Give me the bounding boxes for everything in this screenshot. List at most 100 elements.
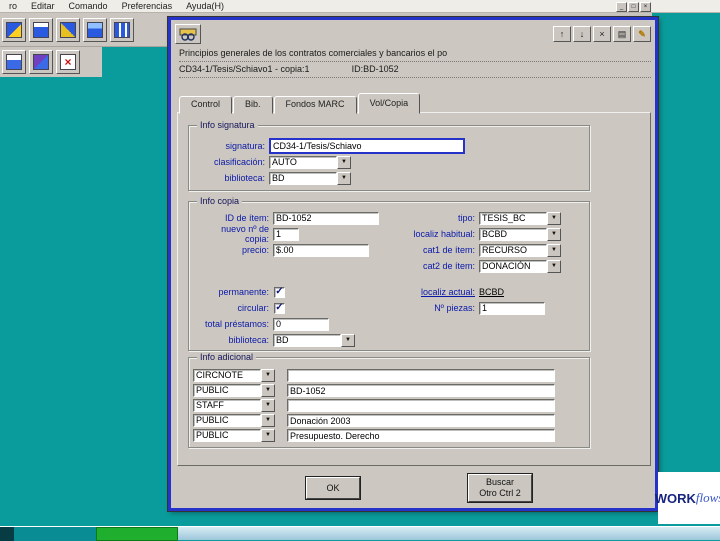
adicional-value-input-1[interactable] bbox=[287, 369, 555, 382]
signatura-label: signatura: bbox=[225, 141, 265, 151]
tipo-value: TESIS_BC bbox=[479, 211, 547, 225]
chevron-down-icon[interactable]: ▼ bbox=[337, 155, 351, 169]
tab-vol-copia[interactable]: Vol/Copia bbox=[357, 93, 421, 114]
chevron-down-icon[interactable]: ▼ bbox=[547, 227, 561, 241]
minimize-button[interactable]: _ bbox=[616, 2, 627, 12]
grid-blue-icon bbox=[6, 21, 22, 38]
minimize-icon: _ bbox=[619, 4, 624, 10]
taskbar-teal-segment[interactable] bbox=[14, 527, 96, 541]
circular-label: circular: bbox=[237, 303, 269, 313]
localiz-actual-value[interactable]: BCBD bbox=[479, 287, 504, 297]
logo-work-text: WORK bbox=[654, 490, 696, 506]
adicional-type-2: PUBLIC bbox=[193, 384, 261, 397]
chevron-down-icon[interactable]: ▼ bbox=[341, 333, 355, 347]
menu-preferencias[interactable]: Preferencias bbox=[115, 1, 180, 11]
close-button[interactable]: × bbox=[640, 2, 651, 12]
workflows-logo: WORKflows bbox=[654, 472, 720, 524]
menu-comando[interactable]: Comando bbox=[62, 1, 115, 11]
chevron-down-icon[interactable]: ▼ bbox=[337, 171, 351, 185]
toolbar-button-8[interactable]: × bbox=[56, 50, 80, 74]
adicional-row: STAFF ▼ bbox=[189, 398, 589, 413]
adicional-type-dropdown-2[interactable]: PUBLIC ▼ bbox=[193, 384, 275, 397]
toolbar-button-1[interactable] bbox=[2, 17, 26, 42]
list-view-button[interactable]: ▤ bbox=[613, 26, 631, 42]
chevron-down-icon[interactable]: ▼ bbox=[261, 414, 275, 427]
id-item-input[interactable] bbox=[273, 211, 379, 225]
cat1-item-dropdown[interactable]: RECURSO ▼ bbox=[479, 243, 561, 257]
adicional-type-1: CIRCNOTE bbox=[193, 369, 261, 382]
circular-checkbox[interactable]: ✓ bbox=[274, 301, 285, 314]
taskbar bbox=[0, 526, 720, 541]
menu-archivo[interactable]: ro bbox=[2, 1, 24, 11]
adicional-value-input-5[interactable] bbox=[287, 429, 555, 442]
menu-ayuda[interactable]: Ayuda(H) bbox=[179, 1, 231, 11]
toolbar-button-6[interactable] bbox=[2, 50, 26, 74]
menu-bar: ro Editar Comando Preferencias Ayuda(H) bbox=[0, 0, 720, 13]
total-prestamos-input[interactable] bbox=[273, 317, 329, 331]
adicional-type-dropdown-1[interactable]: CIRCNOTE ▼ bbox=[193, 369, 275, 382]
ok-button[interactable]: OK bbox=[306, 477, 360, 499]
close-record-button[interactable]: × bbox=[593, 26, 611, 42]
window-controls: _ □ × bbox=[616, 2, 651, 12]
chevron-down-icon[interactable]: ▼ bbox=[261, 429, 275, 442]
close-record-icon: × bbox=[599, 29, 605, 39]
scroll-top-button[interactable]: ↑ bbox=[553, 26, 571, 42]
toolbar-button-7[interactable] bbox=[29, 50, 53, 74]
tab-bib[interactable]: Bib. bbox=[233, 96, 273, 114]
adicional-type-5: PUBLIC bbox=[193, 429, 261, 442]
cat2-item-label: cat2 de ítem: bbox=[422, 261, 475, 271]
biblioteca-sig-dropdown[interactable]: BD ▼ bbox=[269, 171, 351, 185]
maximize-button[interactable]: □ bbox=[628, 2, 639, 12]
check-icon: ✓ bbox=[275, 301, 284, 313]
toolbar-button-4[interactable] bbox=[83, 17, 107, 42]
chevron-down-icon[interactable]: ▼ bbox=[261, 399, 275, 412]
taskbar-green-button[interactable] bbox=[96, 527, 178, 541]
info-adicional-legend: Info adicional bbox=[197, 352, 257, 362]
buscar-line2: Otro Ctrl 2 bbox=[479, 488, 521, 499]
localiz-actual-label: localiz actual: bbox=[420, 287, 475, 297]
toolbar-button-5[interactable] bbox=[110, 17, 134, 42]
info-copia-group: Info copia ID de ítem: nuevo nº de copia… bbox=[188, 196, 590, 351]
chevron-down-icon[interactable]: ▼ bbox=[547, 243, 561, 257]
window-blue-icon bbox=[33, 21, 49, 38]
chart-icon bbox=[33, 54, 49, 70]
localiz-habitual-dropdown[interactable]: BCBD ▼ bbox=[479, 227, 561, 241]
clasificacion-label: clasificación: bbox=[213, 157, 265, 167]
num-piezas-input[interactable] bbox=[479, 301, 545, 315]
edit-record-button[interactable]: ✎ bbox=[633, 26, 651, 42]
adicional-value-input-3[interactable] bbox=[287, 399, 555, 412]
adicional-row: CIRCNOTE ▼ bbox=[189, 368, 589, 383]
tab-fondos-marc[interactable]: Fondos MARC bbox=[273, 96, 357, 114]
adicional-type-dropdown-4[interactable]: PUBLIC ▼ bbox=[193, 414, 275, 427]
chevron-down-icon[interactable]: ▼ bbox=[261, 369, 275, 382]
permanente-label: permanente: bbox=[218, 287, 269, 297]
adicional-type-dropdown-3[interactable]: STAFF ▼ bbox=[193, 399, 275, 412]
item-lookup-button[interactable] bbox=[175, 24, 201, 44]
tab-control[interactable]: Control bbox=[179, 96, 233, 114]
scroll-bottom-button[interactable]: ↓ bbox=[573, 26, 591, 42]
cat2-item-dropdown[interactable]: DONACIÓN ▼ bbox=[479, 259, 561, 273]
buscar-otro-button[interactable]: Buscar Otro Ctrl 2 bbox=[468, 474, 532, 502]
menu-editar[interactable]: Editar bbox=[24, 1, 62, 11]
clasificacion-dropdown[interactable]: AUTO ▼ bbox=[269, 155, 351, 169]
taskbar-start-segment[interactable] bbox=[0, 527, 14, 541]
biblioteca-copia-dropdown[interactable]: BD ▼ bbox=[273, 333, 355, 347]
adicional-value-input-4[interactable] bbox=[287, 414, 555, 427]
scroll-up-icon: ↑ bbox=[559, 29, 565, 39]
permanente-checkbox[interactable]: ✓ bbox=[274, 286, 285, 298]
tipo-dropdown[interactable]: TESIS_BC ▼ bbox=[479, 211, 561, 225]
adicional-value-input-2[interactable] bbox=[287, 384, 555, 397]
chevron-down-icon[interactable]: ▼ bbox=[547, 211, 561, 225]
adicional-type-dropdown-5[interactable]: PUBLIC ▼ bbox=[193, 429, 275, 442]
tipo-label: tipo: bbox=[457, 213, 475, 223]
chevron-down-icon[interactable]: ▼ bbox=[547, 259, 561, 273]
dialog-toolbar: ↑ ↓ × ▤ ✎ bbox=[175, 23, 651, 45]
signatura-input[interactable] bbox=[269, 138, 465, 154]
callnumber-copy: CD34-1/Tesis/Schiavo1 - copia:1 bbox=[179, 64, 310, 74]
logo-flows-text: flows bbox=[695, 490, 720, 505]
chevron-down-icon[interactable]: ▼ bbox=[261, 384, 275, 397]
nuevo-copia-input[interactable] bbox=[273, 227, 299, 241]
toolbar-button-2[interactable] bbox=[29, 17, 53, 42]
precio-input[interactable] bbox=[273, 243, 369, 257]
toolbar-button-3[interactable] bbox=[56, 17, 80, 42]
